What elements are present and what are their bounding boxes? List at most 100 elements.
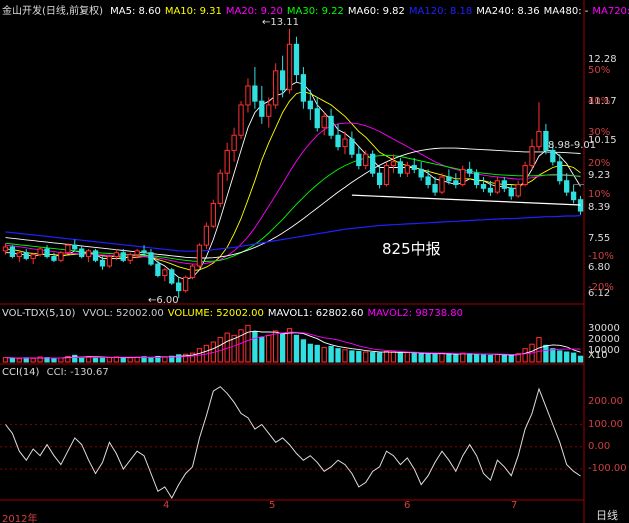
volume-bar — [439, 352, 445, 363]
volume-tick: 20000 — [588, 333, 620, 345]
candle-body — [92, 250, 99, 261]
candle-body — [266, 104, 272, 117]
candle-body — [321, 115, 327, 129]
volume-bar — [404, 352, 410, 363]
volume-bar — [570, 352, 577, 363]
volume-bar — [522, 348, 528, 363]
price-tick: 7.55 — [588, 233, 611, 245]
price-tick: 6.80 — [588, 261, 611, 273]
candle-body — [487, 187, 494, 193]
candle-body — [99, 259, 106, 267]
volume-bar — [432, 353, 438, 363]
volume-bar — [467, 353, 473, 363]
volume-bar — [307, 343, 313, 363]
volume-bar — [328, 345, 334, 363]
candle-body — [120, 252, 126, 261]
percent-tick: -20% — [588, 281, 614, 293]
candle-body — [480, 184, 487, 189]
volume-bar — [411, 352, 417, 363]
candle-body — [397, 161, 404, 174]
candle-body — [564, 180, 570, 193]
volume-bar — [425, 353, 431, 363]
candle-body — [37, 248, 43, 256]
volume-bar — [446, 353, 452, 363]
percent-tick: 40% — [588, 95, 611, 107]
candle-body — [176, 282, 182, 292]
candle-body — [501, 180, 507, 189]
percent-tick: 30% — [588, 126, 611, 138]
candle-body — [113, 252, 119, 258]
candle-body — [252, 85, 258, 102]
candle-body — [460, 168, 466, 186]
volume-bar — [279, 332, 286, 363]
candle-body — [72, 244, 78, 250]
candle-body — [328, 115, 334, 136]
candle-body — [189, 265, 196, 278]
candle-body — [335, 134, 341, 148]
candle-body — [141, 250, 147, 254]
candle-body — [203, 225, 210, 246]
candle-body — [446, 176, 452, 182]
volume-bar — [335, 348, 341, 363]
volume-bar — [342, 349, 348, 363]
x-label-4: 4 — [163, 500, 170, 511]
percent-tick: 20% — [588, 157, 611, 169]
volume-bar — [453, 354, 459, 363]
candle-body — [162, 269, 168, 276]
volume-bar — [536, 337, 542, 363]
candle-body — [515, 184, 521, 197]
volume-bar — [58, 357, 64, 363]
volume-bar — [162, 356, 168, 363]
candle-body — [557, 161, 563, 182]
volume-unit: X10 — [588, 350, 608, 361]
candle-body — [134, 250, 140, 256]
candle-body — [349, 138, 355, 155]
candle-body — [217, 172, 223, 204]
volume-bar — [390, 351, 397, 363]
price-tick: 12.28 — [588, 54, 617, 66]
candle-body — [363, 153, 369, 167]
ma-line-ma5 — [5, 81, 581, 280]
percent-tick: -10% — [588, 250, 614, 262]
ma-line-ma20 — [5, 122, 581, 265]
volume-bar — [72, 354, 78, 363]
candle-body — [522, 165, 528, 186]
annotation-text: 825中报 — [382, 240, 441, 258]
cci-tick: 0.00 — [588, 440, 611, 452]
candle-body — [279, 70, 286, 91]
volume-bar — [487, 354, 494, 363]
candle-body — [473, 172, 480, 186]
annotation-high: ←13.11 — [262, 17, 300, 28]
volume-bar — [120, 357, 126, 363]
price-tick: 8.39 — [588, 201, 611, 213]
candle-body — [307, 100, 313, 110]
candle-body — [314, 108, 320, 129]
candle-body — [182, 276, 189, 292]
volume-bar — [363, 351, 369, 363]
volume-bar — [543, 344, 549, 363]
candle-body — [453, 180, 459, 186]
candle-body — [224, 149, 230, 174]
volume-bar — [550, 348, 556, 363]
volume-bar — [577, 355, 584, 363]
candle-body — [425, 176, 431, 186]
candle-body — [536, 130, 542, 148]
candle-body — [529, 146, 535, 167]
candle-body — [58, 252, 64, 261]
candle-body — [2, 246, 9, 252]
percent-tick: 50% — [588, 64, 611, 76]
volume-bar — [300, 339, 307, 363]
candle-body — [293, 43, 300, 76]
chart-canvas — [0, 0, 585, 523]
candle-body — [196, 244, 203, 267]
candle-body — [550, 149, 556, 163]
volume-bar — [252, 331, 258, 363]
cci-tick: 200.00 — [588, 396, 623, 408]
volume-bar — [480, 354, 487, 363]
volume-bar — [356, 350, 362, 363]
candle-body — [467, 168, 473, 174]
x-label-7: 7 — [511, 500, 518, 511]
stock-chart: { "chart_data": [ { "type": "candlestick… — [0, 0, 629, 523]
candle-body — [106, 256, 113, 267]
x-label-year: 2012年 — [2, 514, 38, 523]
